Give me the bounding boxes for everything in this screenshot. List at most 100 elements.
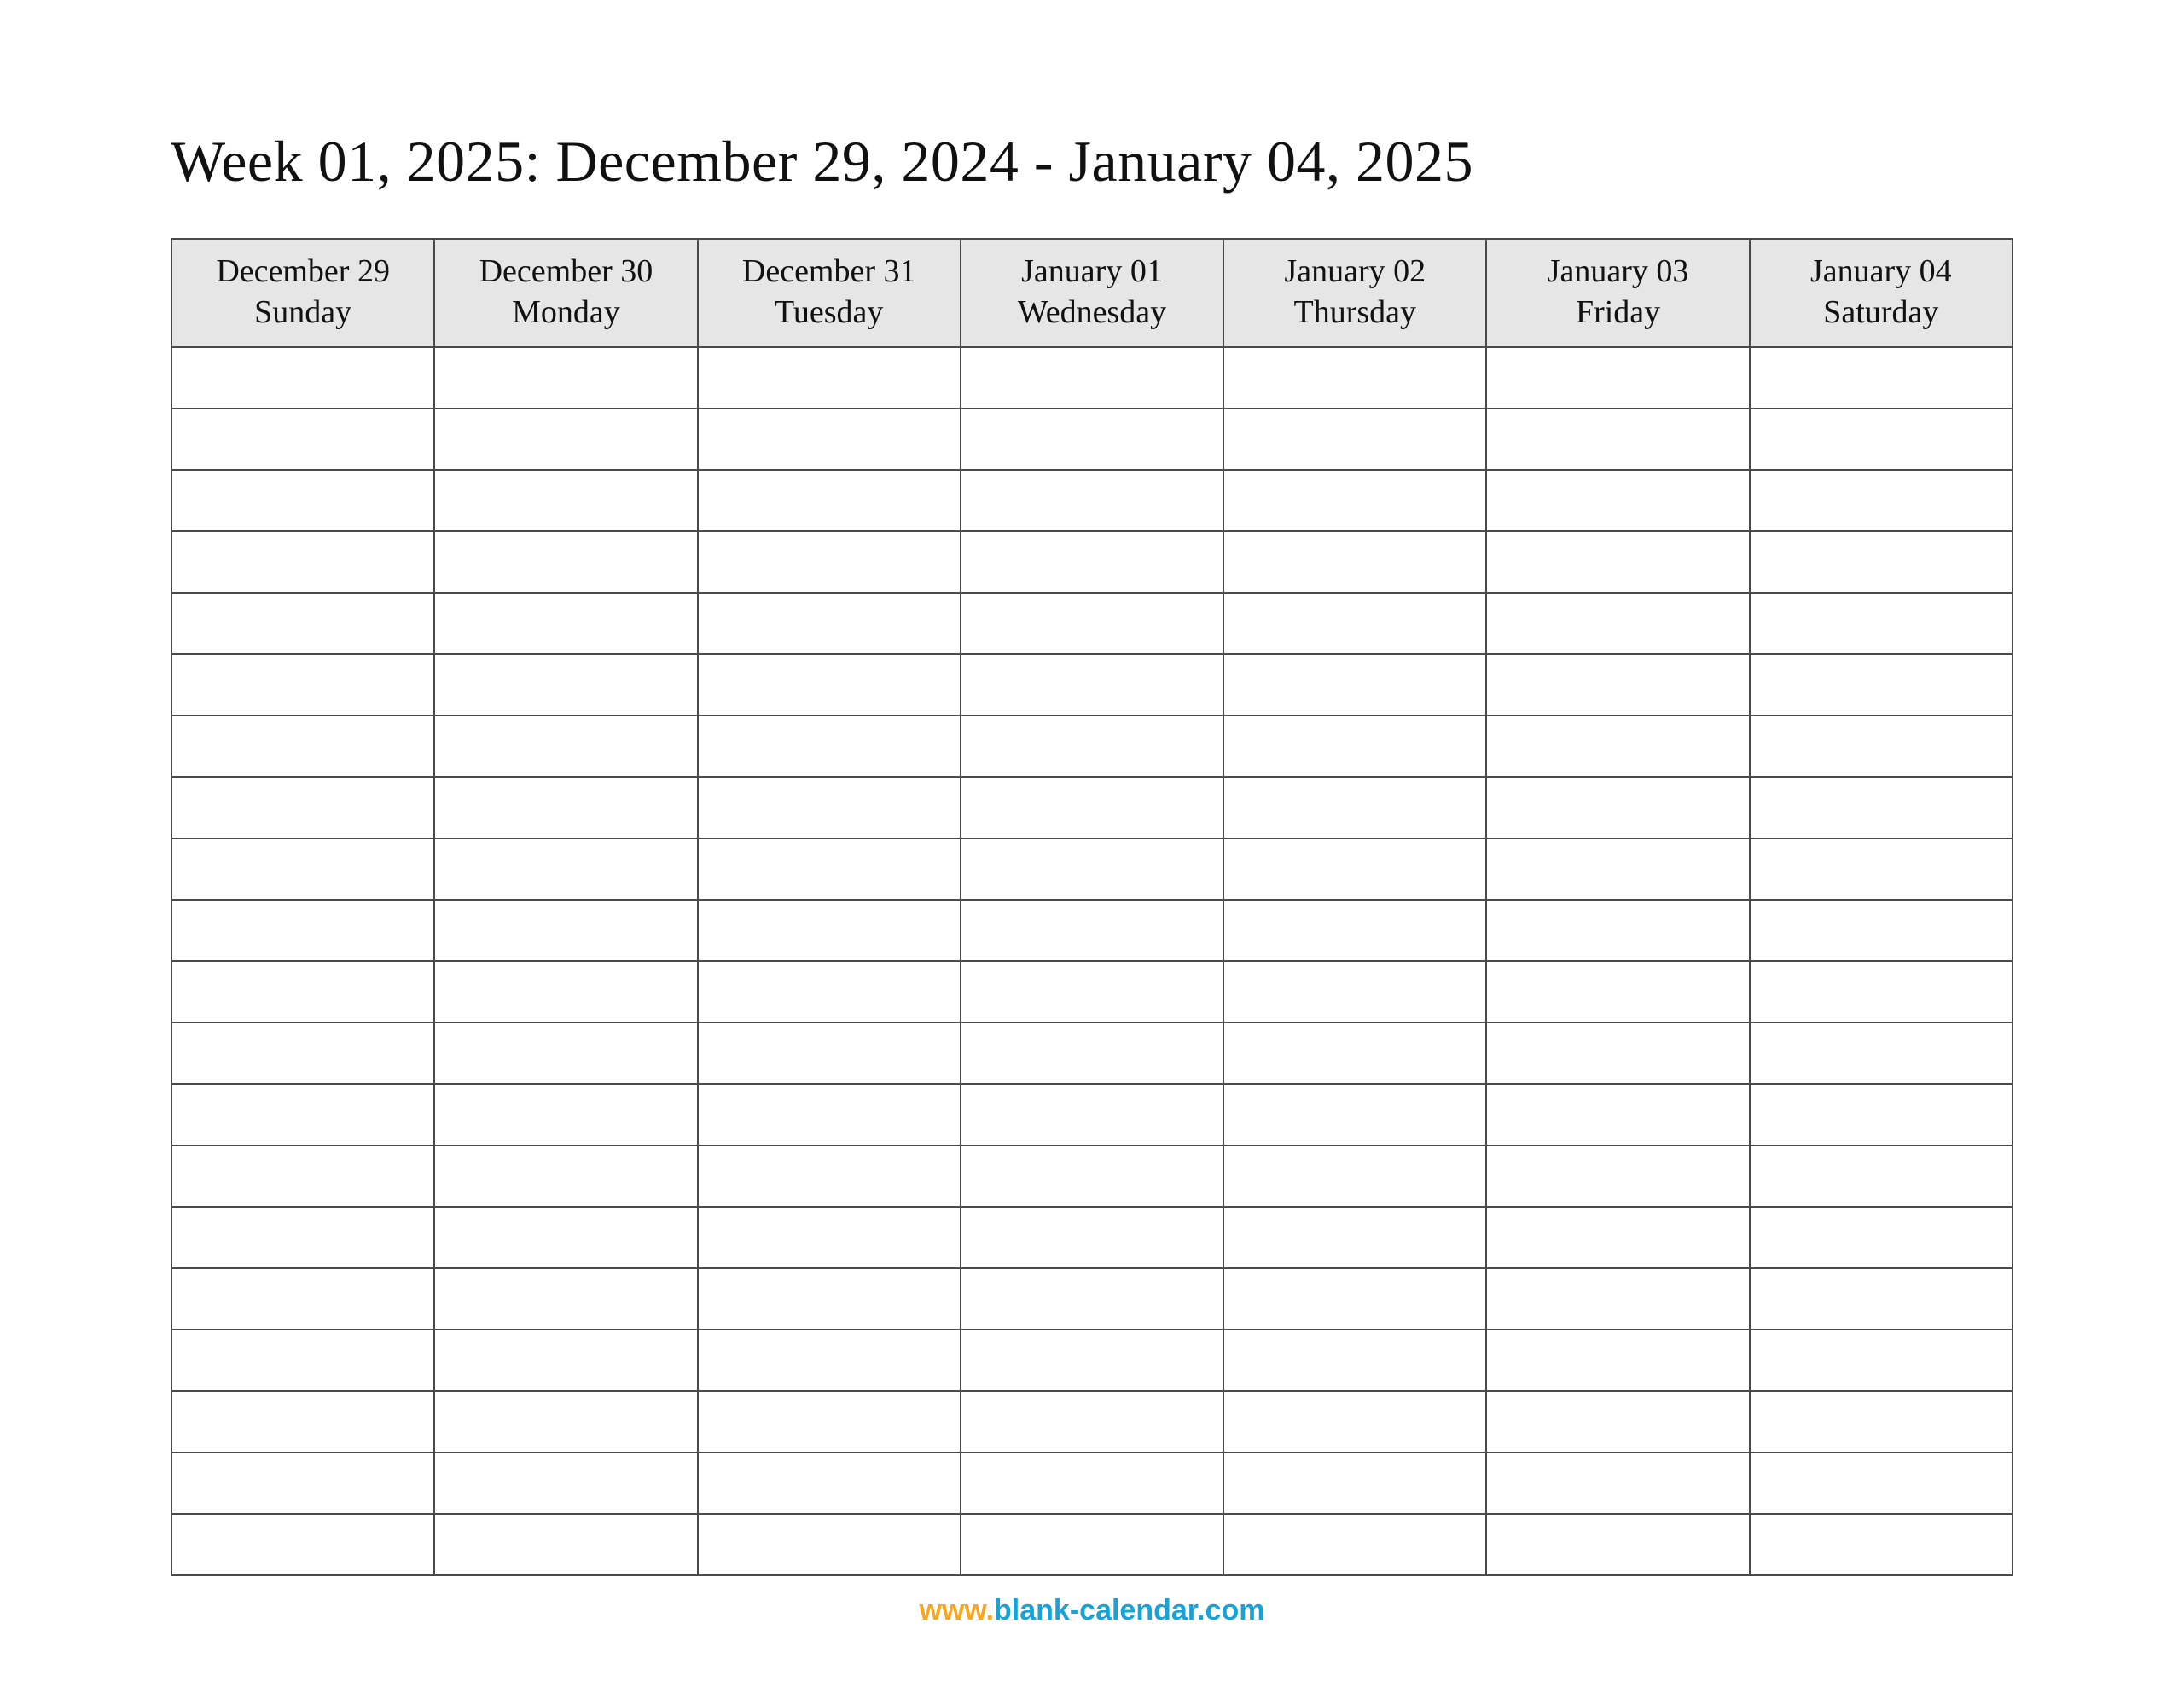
- calendar-cell[interactable]: [698, 409, 961, 470]
- calendar-cell[interactable]: [698, 777, 961, 838]
- calendar-cell[interactable]: [698, 900, 961, 961]
- calendar-cell[interactable]: [698, 961, 961, 1023]
- calendar-cell[interactable]: [1223, 1330, 1486, 1391]
- calendar-cell[interactable]: [1223, 654, 1486, 716]
- calendar-cell[interactable]: [961, 1452, 1223, 1514]
- calendar-cell[interactable]: [1750, 716, 2013, 777]
- calendar-cell[interactable]: [1223, 1023, 1486, 1084]
- calendar-cell[interactable]: [1750, 1330, 2013, 1391]
- calendar-cell[interactable]: [171, 654, 434, 716]
- calendar-cell[interactable]: [698, 654, 961, 716]
- calendar-cell[interactable]: [434, 1207, 697, 1268]
- calendar-cell[interactable]: [1750, 1145, 2013, 1207]
- calendar-cell[interactable]: [1223, 409, 1486, 470]
- calendar-cell[interactable]: [434, 470, 697, 531]
- calendar-cell[interactable]: [171, 1330, 434, 1391]
- calendar-cell[interactable]: [1486, 1023, 1749, 1084]
- calendar-cell[interactable]: [961, 838, 1223, 900]
- calendar-cell[interactable]: [1223, 961, 1486, 1023]
- calendar-cell[interactable]: [171, 347, 434, 409]
- calendar-cell[interactable]: [171, 1268, 434, 1330]
- calendar-cell[interactable]: [1486, 409, 1749, 470]
- calendar-cell[interactable]: [171, 1145, 434, 1207]
- calendar-cell[interactable]: [1223, 1452, 1486, 1514]
- calendar-cell[interactable]: [1750, 777, 2013, 838]
- calendar-cell[interactable]: [434, 1330, 697, 1391]
- calendar-cell[interactable]: [698, 716, 961, 777]
- calendar-cell[interactable]: [1486, 1145, 1749, 1207]
- calendar-cell[interactable]: [1223, 777, 1486, 838]
- calendar-cell[interactable]: [1750, 838, 2013, 900]
- calendar-cell[interactable]: [1750, 347, 2013, 409]
- calendar-cell[interactable]: [961, 1207, 1223, 1268]
- calendar-cell[interactable]: [1223, 347, 1486, 409]
- calendar-cell[interactable]: [171, 961, 434, 1023]
- calendar-cell[interactable]: [434, 961, 697, 1023]
- calendar-cell[interactable]: [961, 409, 1223, 470]
- calendar-cell[interactable]: [1486, 777, 1749, 838]
- calendar-cell[interactable]: [1486, 654, 1749, 716]
- calendar-cell[interactable]: [961, 654, 1223, 716]
- calendar-cell[interactable]: [1750, 1391, 2013, 1452]
- calendar-cell[interactable]: [1486, 716, 1749, 777]
- calendar-cell[interactable]: [171, 470, 434, 531]
- calendar-cell[interactable]: [698, 1514, 961, 1575]
- calendar-cell[interactable]: [1223, 1268, 1486, 1330]
- calendar-cell[interactable]: [171, 1084, 434, 1145]
- calendar-cell[interactable]: [1486, 1207, 1749, 1268]
- calendar-cell[interactable]: [171, 531, 434, 593]
- calendar-cell[interactable]: [434, 1452, 697, 1514]
- calendar-cell[interactable]: [1750, 409, 2013, 470]
- calendar-cell[interactable]: [1223, 1514, 1486, 1575]
- calendar-cell[interactable]: [1750, 1452, 2013, 1514]
- calendar-cell[interactable]: [698, 531, 961, 593]
- calendar-cell[interactable]: [434, 1514, 697, 1575]
- calendar-cell[interactable]: [1223, 716, 1486, 777]
- calendar-cell[interactable]: [1223, 1084, 1486, 1145]
- calendar-cell[interactable]: [961, 900, 1223, 961]
- calendar-cell[interactable]: [1750, 900, 2013, 961]
- calendar-cell[interactable]: [1750, 1023, 2013, 1084]
- calendar-cell[interactable]: [434, 1268, 697, 1330]
- calendar-cell[interactable]: [1223, 593, 1486, 654]
- calendar-cell[interactable]: [961, 1514, 1223, 1575]
- calendar-cell[interactable]: [434, 347, 697, 409]
- calendar-cell[interactable]: [434, 593, 697, 654]
- calendar-cell[interactable]: [1486, 1514, 1749, 1575]
- calendar-cell[interactable]: [1750, 1514, 2013, 1575]
- calendar-cell[interactable]: [1750, 1207, 2013, 1268]
- calendar-cell[interactable]: [1486, 470, 1749, 531]
- calendar-cell[interactable]: [434, 1084, 697, 1145]
- calendar-cell[interactable]: [434, 531, 697, 593]
- calendar-cell[interactable]: [171, 777, 434, 838]
- calendar-cell[interactable]: [171, 838, 434, 900]
- calendar-cell[interactable]: [171, 1391, 434, 1452]
- calendar-cell[interactable]: [1750, 961, 2013, 1023]
- calendar-cell[interactable]: [171, 1514, 434, 1575]
- calendar-cell[interactable]: [434, 900, 697, 961]
- calendar-cell[interactable]: [698, 1330, 961, 1391]
- calendar-cell[interactable]: [698, 1268, 961, 1330]
- calendar-cell[interactable]: [1486, 1268, 1749, 1330]
- calendar-cell[interactable]: [961, 1145, 1223, 1207]
- calendar-cell[interactable]: [961, 1084, 1223, 1145]
- calendar-cell[interactable]: [961, 1391, 1223, 1452]
- calendar-cell[interactable]: [171, 900, 434, 961]
- calendar-cell[interactable]: [434, 654, 697, 716]
- calendar-cell[interactable]: [1750, 1268, 2013, 1330]
- calendar-cell[interactable]: [434, 1391, 697, 1452]
- calendar-cell[interactable]: [961, 961, 1223, 1023]
- calendar-cell[interactable]: [961, 777, 1223, 838]
- calendar-cell[interactable]: [961, 1023, 1223, 1084]
- calendar-cell[interactable]: [1486, 1330, 1749, 1391]
- calendar-cell[interactable]: [434, 777, 697, 838]
- calendar-cell[interactable]: [171, 1452, 434, 1514]
- calendar-cell[interactable]: [961, 347, 1223, 409]
- calendar-cell[interactable]: [698, 1084, 961, 1145]
- calendar-cell[interactable]: [434, 1023, 697, 1084]
- calendar-cell[interactable]: [1486, 1452, 1749, 1514]
- calendar-cell[interactable]: [1486, 1391, 1749, 1452]
- calendar-cell[interactable]: [1223, 838, 1486, 900]
- calendar-cell[interactable]: [698, 1145, 961, 1207]
- calendar-cell[interactable]: [171, 1207, 434, 1268]
